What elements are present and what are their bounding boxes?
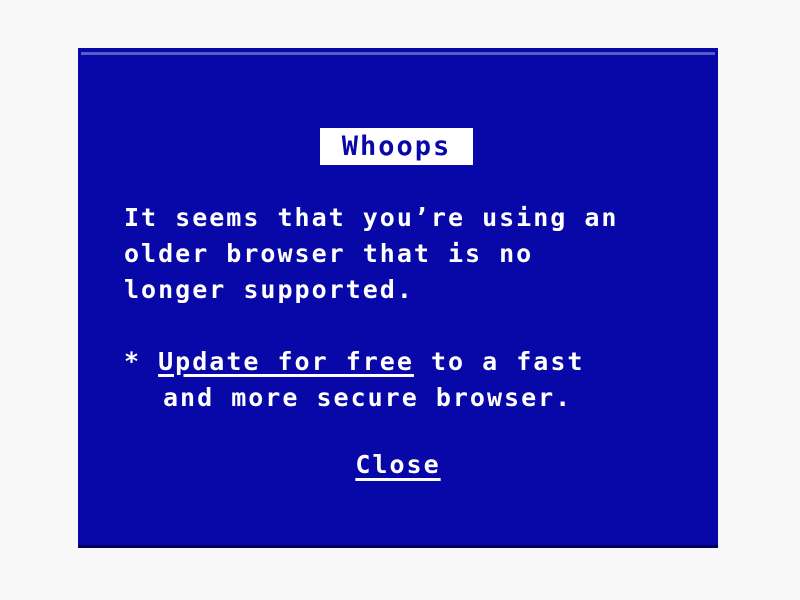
dialog-message: It seems that you’re using an older brow… (124, 200, 704, 308)
bullet-row-second: and more secure browser. (163, 383, 573, 412)
page-title: Whoops (341, 131, 452, 162)
bullet-text-after: to a fast (413, 347, 585, 376)
message-line: longer supported. (124, 275, 414, 304)
dialog-top-highlight (81, 52, 715, 55)
browser-upgrade-dialog: Whoops It seems that you’re using an old… (78, 48, 718, 548)
message-line: older browser that is no (124, 239, 534, 268)
close-button[interactable]: Close (355, 450, 440, 479)
update-for-free-link[interactable]: Update for free (158, 347, 414, 376)
message-line: It seems that you’re using an (124, 203, 619, 232)
dialog-bullet-item: * Update for free to a fast and more sec… (124, 344, 714, 416)
bullet-row-first: * Update for free to a fast (124, 344, 714, 380)
dialog-title-box: Whoops (320, 128, 473, 165)
close-link-container: Close (78, 450, 718, 479)
bullet-marker: * (124, 347, 142, 376)
